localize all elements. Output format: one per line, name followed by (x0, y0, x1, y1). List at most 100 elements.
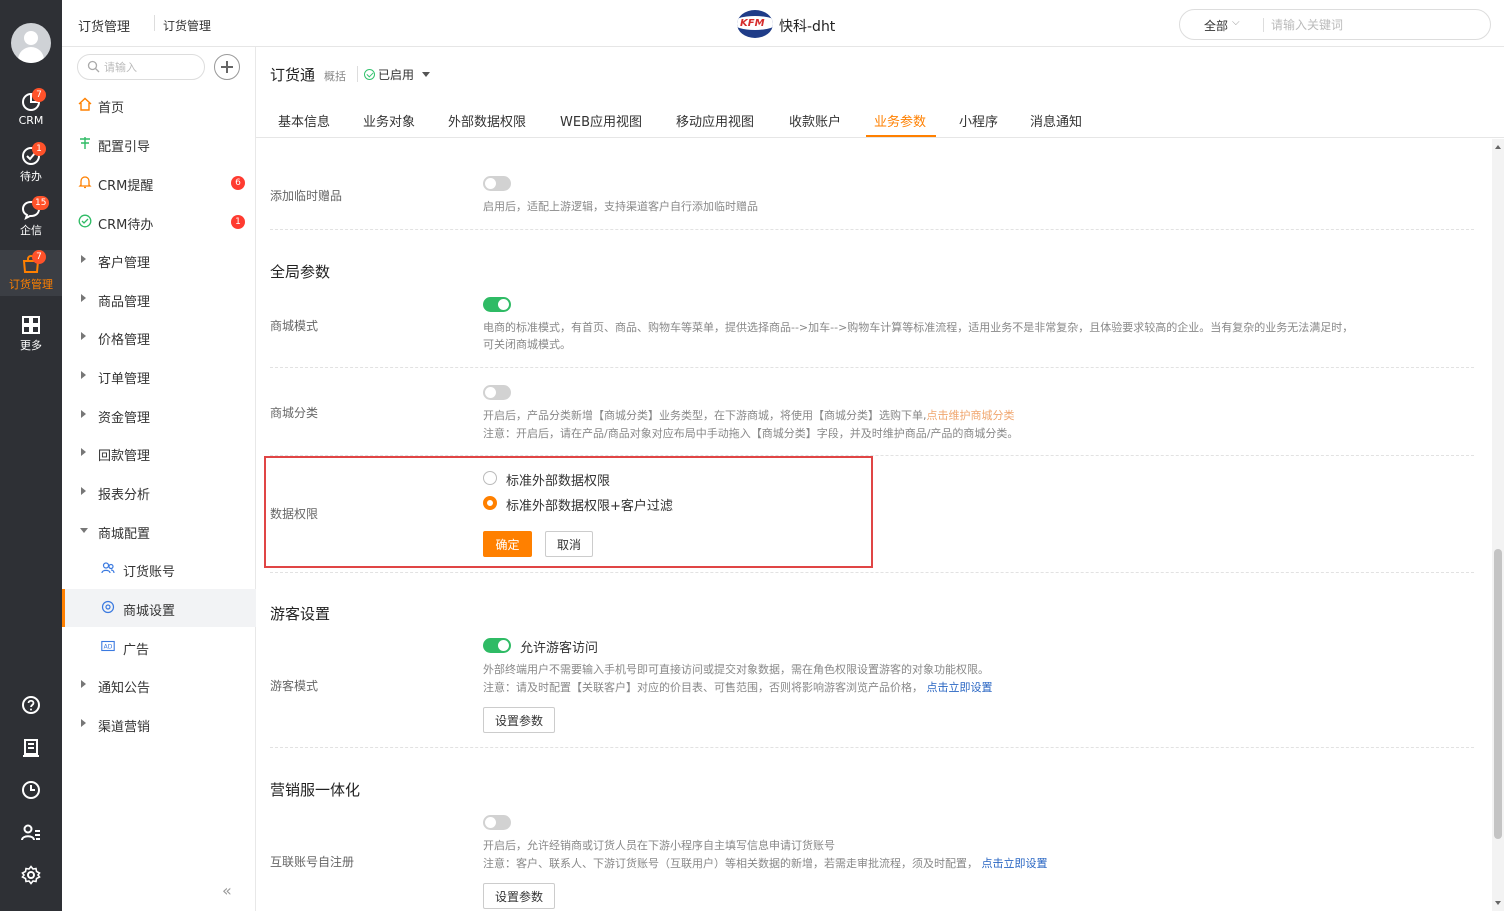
rail-item-crm[interactable]: 7 CRM (0, 88, 62, 134)
count-badge: 1 (231, 215, 245, 229)
sidebar-item-home[interactable]: 首页 (62, 86, 256, 124)
cancel-button[interactable]: 取消 (545, 531, 593, 557)
status-label: 已启用 (378, 68, 415, 82)
sidebar-item-label: 首页 (98, 101, 125, 116)
scroll-down-icon[interactable] (1495, 901, 1501, 905)
rail-label: 更多 (20, 339, 42, 352)
temp-gift-toggle[interactable] (483, 176, 511, 191)
sidebar-item-payment-management[interactable]: 回款管理 (62, 434, 256, 472)
breadcrumb-page[interactable]: 订货管理 (163, 17, 211, 34)
company-logo: KFM (737, 10, 773, 38)
title-divider (357, 66, 358, 82)
confirm-button[interactable]: 确定 (483, 531, 532, 557)
guest-mode-toggle[interactable] (483, 638, 511, 653)
row-divider (270, 747, 1474, 748)
caret-right-icon (81, 448, 86, 456)
sidebar-item-label: 广告 (123, 643, 150, 658)
rail-label: CRM (18, 114, 44, 127)
caret-right-icon (81, 371, 86, 379)
sidebar-item-channel-marketing[interactable]: 渠道营销 (62, 705, 256, 743)
tab-external-data-permission[interactable]: 外部数据权限 (448, 111, 526, 130)
user-avatar[interactable] (11, 23, 51, 63)
sidebar-item-fund-management[interactable]: 资金管理 (62, 396, 256, 434)
sidebar-item-ads[interactable]: AD 广告 (62, 628, 256, 666)
rail-item-more[interactable]: 更多 (0, 311, 62, 357)
sidebar-item-customer-management[interactable]: 客户管理 (62, 241, 256, 279)
sidebar-item-label: 回款管理 (98, 449, 151, 464)
clock-icon (22, 781, 40, 799)
sidebar-item-label: 订单管理 (98, 372, 151, 387)
sidebar-item-announcements[interactable]: 通知公告 (62, 666, 256, 704)
guest-mode-toggle-label: 允许游客访问 (520, 641, 599, 656)
sidebar-search-input[interactable] (104, 59, 200, 75)
sidebar-item-config-guide[interactable]: 配置引导 (62, 125, 256, 163)
self-register-toggle[interactable] (483, 815, 511, 830)
sidebar-item-mall-settings[interactable]: 商城设置 (62, 589, 256, 627)
self-register-description-1: 开启后，允许经销商或订货人员在下游小程序自主填写信息申请订货账号 (483, 839, 835, 852)
mall-category-desc-text: 开启后，产品分类新增【商城分类】业务类型，在下游商城，将使用【商城分类】选购下单… (483, 409, 927, 422)
sidebar-item-label: 客户管理 (98, 256, 151, 271)
add-button[interactable] (214, 54, 240, 80)
sidebar-item-mall-config[interactable]: 商城配置 (62, 512, 256, 550)
rail-badge: 7 (32, 88, 46, 102)
mall-category-toggle[interactable] (483, 385, 511, 400)
main-panel: 订货通 概括 已启用 基本信息 业务对象 外部数据权限 WEB应用视图 移动应用… (256, 47, 1504, 911)
maintain-mall-category-link[interactable]: 点击维护商城分类 (927, 409, 1015, 422)
sidebar-item-product-management[interactable]: 商品管理 (62, 280, 256, 318)
collapse-sidebar-icon[interactable]: « (222, 881, 232, 900)
radio-standard-permission-customer-filter[interactable] (483, 496, 497, 510)
status-dropdown[interactable]: 已启用 (364, 66, 414, 83)
sidebar-item-label: 报表分析 (98, 488, 151, 503)
self-register-set-now-link[interactable]: 点击立即设置 (982, 857, 1048, 870)
section-title-guest: 游客设置 (270, 605, 331, 623)
rail-item-todo[interactable]: 1 待办 (0, 142, 62, 188)
check-circle-icon (364, 69, 375, 80)
radio-standard-permission[interactable] (483, 471, 497, 485)
tab-mini-program[interactable]: 小程序 (959, 111, 998, 130)
tab-mobile-app-view[interactable]: 移动应用视图 (676, 111, 754, 130)
logo-text: KFM (740, 18, 765, 29)
tab-payment-accounts[interactable]: 收款账户 (789, 111, 841, 130)
rail-item-messenger[interactable]: 15 企信 (0, 196, 62, 242)
tab-business-params[interactable]: 业务参数 (874, 111, 926, 130)
sidebar-item-report-analysis[interactable]: 报表分析 (62, 473, 256, 511)
sidebar-item-label: CRM待办 (98, 218, 154, 233)
grid-icon (22, 316, 40, 334)
app-rail: 7 CRM 1 待办 15 企信 7 订货管理 更多 (0, 0, 62, 911)
rail-item-order-management[interactable]: 7 订货管理 (0, 250, 62, 296)
mall-mode-toggle[interactable] (483, 297, 511, 312)
notes-button[interactable] (0, 733, 62, 763)
search-input[interactable] (1271, 15, 1471, 35)
sidebar-item-price-management[interactable]: 价格管理 (62, 318, 256, 356)
row-divider (270, 572, 1474, 573)
sidebar-item-order-account[interactable]: 订货账号 (62, 550, 256, 588)
contacts-button[interactable] (0, 818, 62, 848)
settings-content: 添加临时赠品 启用后，适配上游逻辑，支持渠道客户自行添加临时赠品 全局参数 商城… (256, 139, 1488, 911)
tab-business-objects[interactable]: 业务对象 (363, 111, 415, 130)
guest-set-params-button[interactable]: 设置参数 (483, 707, 555, 733)
tab-basic-info[interactable]: 基本信息 (278, 111, 330, 130)
radio-label-standard-permission[interactable]: 标准外部数据权限 (506, 470, 610, 489)
svg-text:AD: AD (104, 644, 113, 651)
caret-down-icon[interactable] (422, 72, 430, 77)
settings-button[interactable] (0, 860, 62, 890)
tab-web-app-view[interactable]: WEB应用视图 (560, 111, 642, 130)
scroll-up-icon[interactable] (1495, 145, 1501, 149)
breadcrumb-app[interactable]: 订货管理 (78, 16, 130, 35)
content-scrollbar[interactable] (1492, 139, 1504, 911)
caret-right-icon (81, 255, 86, 263)
self-register-set-params-button[interactable]: 设置参数 (483, 883, 555, 909)
help-button[interactable] (0, 690, 62, 720)
radio-label-standard-permission-customer-filter[interactable]: 标准外部数据权限+客户过滤 (506, 495, 673, 514)
search-scope-select[interactable]: 全部 (1204, 17, 1228, 34)
chevron-down-icon[interactable]: ⌵ (1232, 17, 1240, 28)
scrollbar-thumb[interactable] (1494, 549, 1502, 839)
sidebar-item-crm-todo[interactable]: CRM待办 1 (62, 203, 256, 241)
tab-message-notification[interactable]: 消息通知 (1030, 111, 1082, 130)
caret-right-icon (81, 719, 86, 727)
sidebar-item-crm-reminder[interactable]: CRM提醒 6 (62, 164, 256, 202)
history-button[interactable] (0, 775, 62, 805)
guest-set-now-link[interactable]: 点击立即设置 (927, 681, 993, 694)
caret-right-icon (81, 410, 86, 418)
sidebar-item-order-management[interactable]: 订单管理 (62, 357, 256, 395)
